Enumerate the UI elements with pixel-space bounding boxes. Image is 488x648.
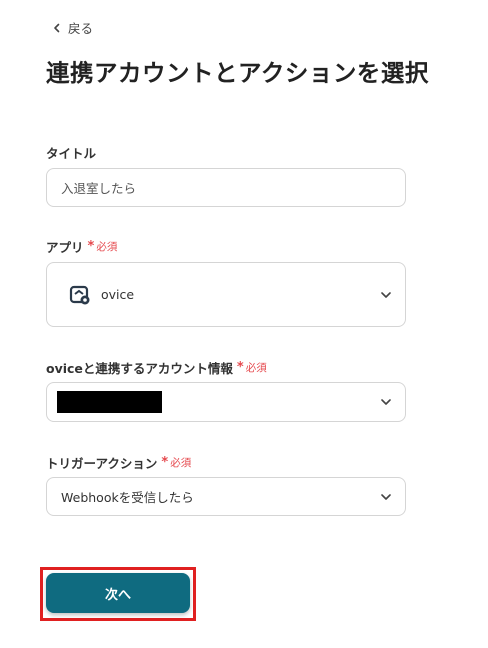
- app-select-value: ovice: [101, 287, 135, 302]
- app-label-text: アプリ: [46, 240, 84, 255]
- chevron-left-icon: [54, 23, 60, 32]
- trigger-select[interactable]: Webhookを受信したら: [46, 477, 406, 516]
- required-text: 必須: [170, 457, 192, 469]
- account-field-label: oviceと連携するアカウント情報 * 必須: [46, 358, 267, 377]
- trigger-select-value: Webhookを受信したら: [61, 490, 194, 505]
- trigger-field-label: トリガーアクション * 必須: [46, 453, 191, 472]
- required-asterisk-icon: *: [161, 455, 169, 470]
- required-marker: * 必須: [161, 455, 191, 470]
- account-select[interactable]: [46, 382, 406, 422]
- required-asterisk-icon: *: [236, 360, 244, 375]
- redacted-account-value: [57, 391, 162, 413]
- required-asterisk-icon: *: [87, 239, 95, 254]
- required-marker: * 必須: [88, 239, 118, 254]
- account-label-text: oviceと連携するアカウント情報: [46, 361, 233, 376]
- app-field-label: アプリ * 必須: [46, 237, 117, 256]
- next-button[interactable]: 次へ: [46, 573, 190, 613]
- trigger-label-text: トリガーアクション: [46, 456, 158, 471]
- title-input[interactable]: [46, 168, 406, 207]
- back-link[interactable]: 戻る: [52, 18, 93, 37]
- required-text: 必須: [96, 241, 118, 253]
- back-label: 戻る: [68, 21, 94, 36]
- required-marker: * 必須: [237, 360, 267, 375]
- page-title: 連携アカウントとアクションを選択: [46, 59, 429, 87]
- ovice-app-icon: [69, 285, 90, 304]
- app-select[interactable]: ovice: [46, 262, 406, 327]
- required-text: 必須: [245, 362, 267, 374]
- title-field-label: タイトル: [46, 143, 96, 162]
- chevron-down-icon: [381, 399, 391, 405]
- chevron-down-icon: [381, 291, 391, 298]
- title-label-text: タイトル: [46, 146, 97, 161]
- chevron-down-icon: [381, 493, 391, 500]
